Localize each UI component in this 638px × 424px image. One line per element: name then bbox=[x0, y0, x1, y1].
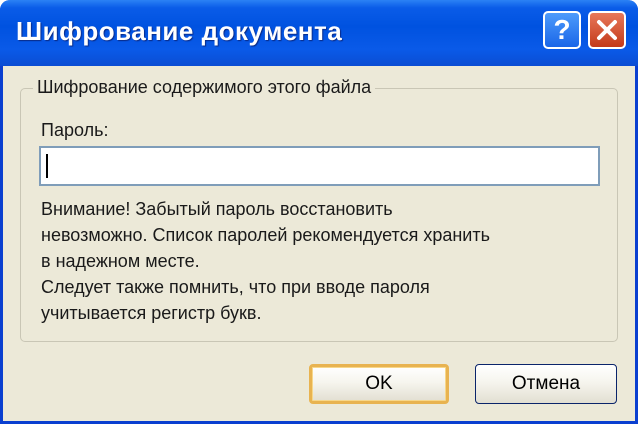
warning-text: Внимание! Забытый пароль восстановить не… bbox=[41, 196, 611, 326]
warning-line: Внимание! Забытый пароль восстановить bbox=[41, 199, 393, 219]
help-icon: ? bbox=[553, 14, 571, 45]
warning-line: невозможно. Список паролей рекомендуется… bbox=[41, 225, 490, 245]
groupbox-title: Шифрование содержимого этого файла bbox=[33, 77, 376, 98]
title-bar[interactable]: Шифрование документа ? bbox=[0, 0, 638, 66]
warning-line: Следует также помнить, что при вводе пар… bbox=[41, 277, 430, 297]
cancel-button[interactable]: Отмена bbox=[475, 364, 617, 404]
ok-button[interactable]: OK bbox=[309, 364, 449, 404]
dialog-title: Шифрование документа bbox=[16, 16, 343, 46]
help-button[interactable]: ? bbox=[543, 11, 581, 49]
warning-line: в надежном месте. bbox=[41, 251, 200, 271]
password-input[interactable] bbox=[39, 146, 600, 186]
text-cursor bbox=[46, 154, 48, 178]
close-icon bbox=[597, 20, 617, 40]
password-label: Пароль: bbox=[41, 120, 109, 140]
warning-line: учитывается регистр букв. bbox=[41, 303, 262, 323]
close-button[interactable] bbox=[588, 11, 626, 49]
